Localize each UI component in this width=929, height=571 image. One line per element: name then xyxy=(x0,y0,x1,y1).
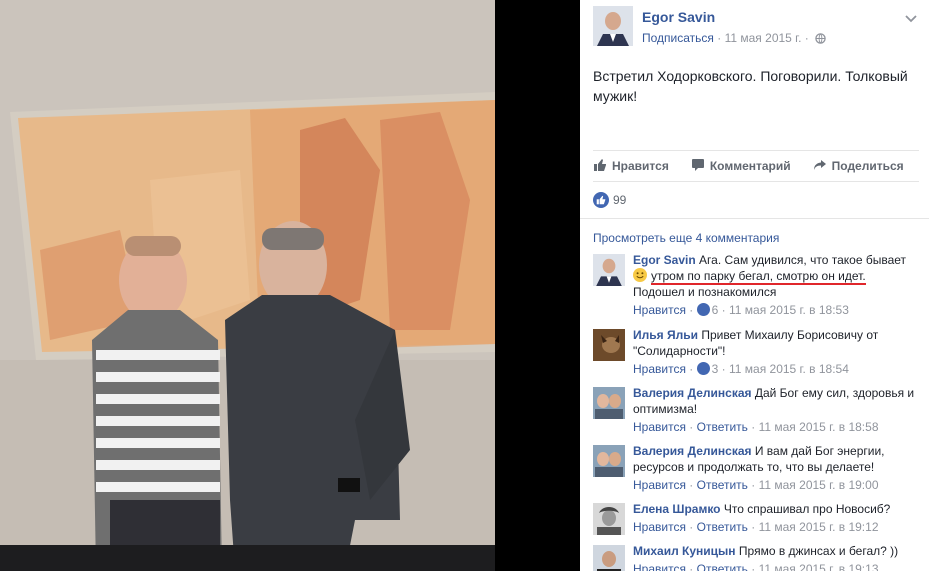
comment-meta: Нравится · Ответить · 11 мая 2015 г. в 1… xyxy=(633,520,879,534)
like-label: Нравится xyxy=(612,159,669,173)
post-panel: Egor Savin Подписаться · 11 мая 2015 г. … xyxy=(580,0,929,571)
author-avatar[interactable] xyxy=(593,6,633,46)
comment-like-link[interactable]: Нравится xyxy=(633,520,686,534)
comment-text: Ага. Сам удивился, что такое бывает xyxy=(699,253,907,267)
smiley-icon xyxy=(633,268,647,282)
globe-icon xyxy=(815,33,826,47)
comment-body: Валерия Делинская И вам дай Бог энергии,… xyxy=(633,443,923,493)
post-actions: Нравится Комментарий Поделиться xyxy=(593,150,919,182)
commenter-avatar[interactable] xyxy=(593,387,625,419)
like-badge-icon xyxy=(696,303,710,316)
photo-viewer xyxy=(0,0,580,571)
thumbs-up-icon xyxy=(593,158,612,175)
comment-text: Прямо в джинсах и бегал? )) xyxy=(738,544,899,558)
comment-text-highlighted: утром по парку бегал, смотрю он идет. xyxy=(651,269,866,285)
like-button[interactable]: Нравится xyxy=(593,158,669,175)
commenter-name[interactable]: Валерия Делинская xyxy=(633,444,752,458)
comment-reply-link[interactable]: Ответить xyxy=(697,420,748,434)
dot-separator: · xyxy=(804,31,809,45)
comment-label: Комментарий xyxy=(709,159,791,173)
commenter-name[interactable]: Egor Savin xyxy=(633,253,696,267)
post-photo[interactable] xyxy=(0,0,495,571)
share-label: Поделиться xyxy=(831,159,904,173)
comment-reply-link[interactable]: Ответить xyxy=(697,520,748,534)
comment-body: Михаил Куницын Прямо в джинсах и бегал? … xyxy=(633,543,923,571)
like-summary[interactable]: 99 xyxy=(593,192,626,208)
comment-time[interactable]: 11 мая 2015 г. в 19:00 xyxy=(759,478,879,492)
share-icon xyxy=(813,158,832,175)
comment-meta: Нравится · Ответить · 11 мая 2015 г. в 1… xyxy=(633,561,923,571)
comment-time[interactable]: 11 мая 2015 г. в 18:53 xyxy=(729,303,849,317)
like-count: 99 xyxy=(613,193,627,207)
share-button[interactable]: Поделиться xyxy=(813,158,904,175)
comment-like-count[interactable]: 6 xyxy=(712,303,719,317)
comment-meta: Нравится · Ответить · 11 мая 2015 г. в 1… xyxy=(633,478,879,492)
divider xyxy=(580,218,929,219)
follow-link[interactable]: Подписаться xyxy=(642,31,714,45)
commenter-avatar[interactable] xyxy=(593,445,625,477)
commenter-avatar[interactable] xyxy=(593,254,625,286)
comment-body: Елена Шрамко Что спрашивал про Новосиб? … xyxy=(633,501,923,535)
view-more-comments[interactable]: Просмотреть еще 4 комментария xyxy=(593,231,779,245)
comment-reply-link[interactable]: Ответить xyxy=(697,562,748,571)
author-name[interactable]: Egor Savin xyxy=(642,9,715,25)
post-header: Egor Savin Подписаться · 11 мая 2015 г. … xyxy=(593,6,921,50)
comment-meta: Нравится · 3 · 11 мая 2015 г. в 18:54 xyxy=(633,362,849,376)
comment-like-link[interactable]: Нравится xyxy=(633,362,686,376)
comment-body: Egor Savin Ага. Сам удивился, что такое … xyxy=(633,252,923,318)
comment-text: Что спрашивал про Новосиб? xyxy=(723,502,891,516)
commenter-name[interactable]: Илья Яльи xyxy=(633,328,698,342)
comment-time[interactable]: 11 мая 2015 г. в 19:13 xyxy=(759,562,879,571)
comment-meta: Нравится · Ответить · 11 мая 2015 г. в 1… xyxy=(633,420,879,434)
comment-time[interactable]: 11 мая 2015 г. в 18:58 xyxy=(759,420,879,434)
comment-button[interactable]: Комментарий xyxy=(691,158,791,175)
comment-reply-link[interactable]: Ответить xyxy=(697,478,748,492)
commenter-avatar[interactable] xyxy=(593,503,625,535)
comment-meta: Нравится · 6 · 11 мая 2015 г. в 18:53 xyxy=(633,303,849,317)
comment-time[interactable]: 11 мая 2015 г. в 19:12 xyxy=(759,520,879,534)
post-text: Встретил Ходорковского. Поговорили. Толк… xyxy=(593,68,908,104)
comment-time[interactable]: 11 мая 2015 г. в 18:54 xyxy=(729,362,849,376)
commenter-avatar[interactable] xyxy=(593,545,625,571)
comment-like-link[interactable]: Нравится xyxy=(633,478,686,492)
like-badge-icon xyxy=(593,192,609,208)
commenter-avatar[interactable] xyxy=(593,329,625,361)
comment-like-link[interactable]: Нравится xyxy=(633,420,686,434)
post-date[interactable]: 11 мая 2015 г. xyxy=(725,31,802,45)
dot-separator: · xyxy=(717,31,722,45)
commenter-name[interactable]: Валерия Делинская xyxy=(633,386,752,400)
post-subline: Подписаться · 11 мая 2015 г. · xyxy=(642,31,826,47)
comment-body: Илья Яльи Привет Михаилу Борисовичу от "… xyxy=(633,327,923,377)
commenter-name[interactable]: Елена Шрамко xyxy=(633,502,721,516)
comment-text-continued: Подошел и познакомился xyxy=(633,285,777,299)
commenter-name[interactable]: Михаил Куницын xyxy=(633,544,736,558)
chevron-down-icon[interactable] xyxy=(905,10,917,28)
comment-icon xyxy=(691,158,710,175)
comment-body: Валерия Делинская Дай Бог ему сил, здоро… xyxy=(633,385,923,435)
like-badge-icon xyxy=(696,362,710,375)
comment-like-link[interactable]: Нравится xyxy=(633,562,686,571)
comment-like-count[interactable]: 3 xyxy=(712,362,719,376)
comment-like-link[interactable]: Нравится xyxy=(633,303,686,317)
